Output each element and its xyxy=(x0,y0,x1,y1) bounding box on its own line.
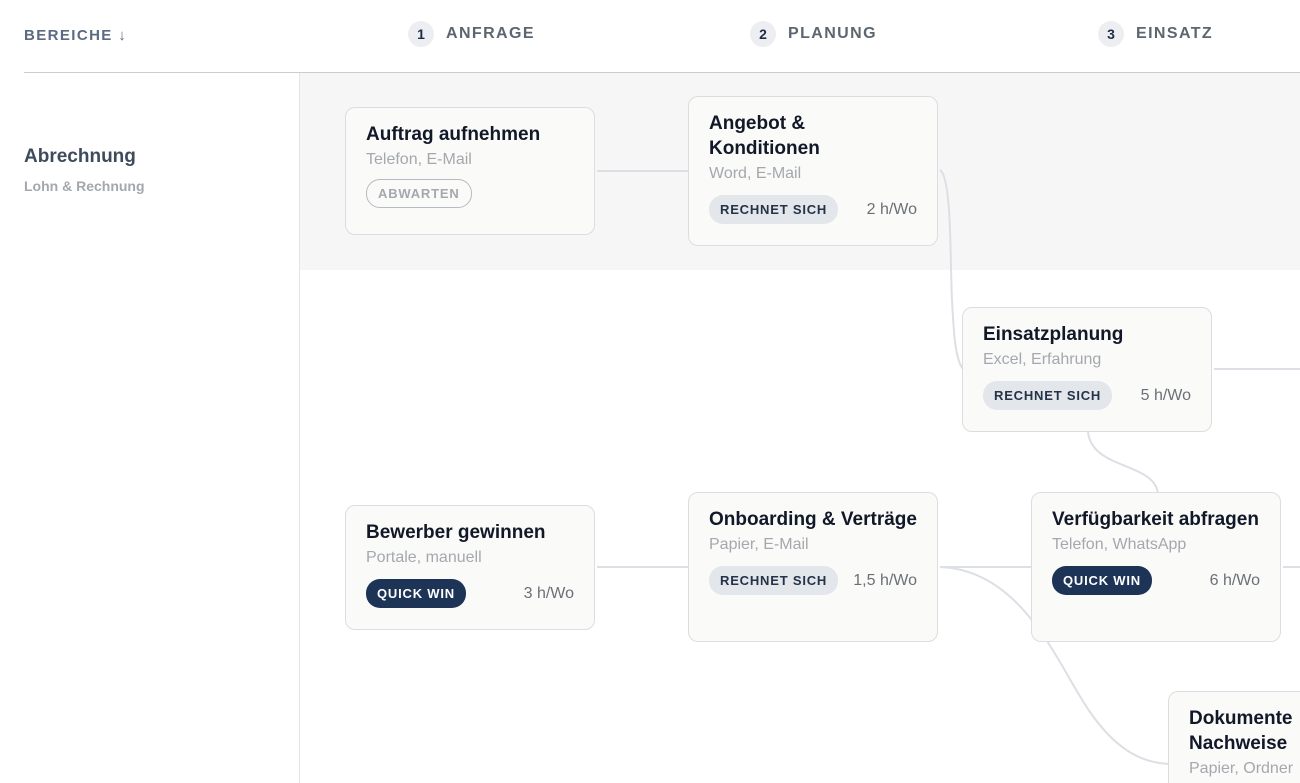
phase-label: PLANUNG xyxy=(788,25,877,42)
hours-per-week: 6 h/Wo xyxy=(1209,571,1260,589)
phase-label: EINSATZ xyxy=(1136,25,1214,42)
hours-per-week: 2 h/Wo xyxy=(866,200,917,218)
card-title: Dokumente Nachweise xyxy=(1189,708,1293,754)
phase-einsatz: 3 EINSATZ xyxy=(1098,21,1213,47)
card-title: Verfügbarkeit abfragen xyxy=(1052,509,1259,530)
lane-title: Abrechnung xyxy=(24,146,136,167)
phase-number-badge: 2 xyxy=(750,21,776,47)
process-card-bewerber-gewinnen[interactable]: Bewerber gewinnen Portale, manuell QUICK… xyxy=(345,505,595,630)
card-title: Onboarding & Verträge xyxy=(709,509,917,530)
connector-einsatzplanung-verfuegbarkeit xyxy=(1087,431,1159,495)
process-card-angebot-konditionen[interactable]: Angebot & Konditionen Word, E-Mail RECHN… xyxy=(688,96,938,246)
lane-subtitle: Lohn & Rechnung xyxy=(24,178,145,194)
process-card-dokumente-nachweise[interactable]: Dokumente Nachweise Papier, Ordner xyxy=(1168,691,1300,783)
status-badge-rechnet-sich: RECHNET SICH xyxy=(709,195,839,224)
hours-per-week: 3 h/Wo xyxy=(523,584,574,602)
status-badge-rechnet-sich: RECHNET SICH xyxy=(983,381,1113,410)
phase-planung: 2 PLANUNG xyxy=(750,21,877,47)
sidebar-divider xyxy=(299,73,300,783)
card-meta: RECHNET SICH 5 h/Wo xyxy=(983,381,1191,410)
card-tools: Telefon, WhatsApp xyxy=(1052,536,1187,553)
hours-per-week: 1,5 h/Wo xyxy=(853,571,917,589)
card-tools: Word, E-Mail xyxy=(709,165,802,182)
card-tools: Telefon, E-Mail xyxy=(366,151,472,168)
card-tools: Papier, Ordner xyxy=(1189,760,1294,777)
process-card-einsatzplanung[interactable]: Einsatzplanung Excel, Erfahrung RECHNET … xyxy=(962,307,1212,432)
card-meta: QUICK WIN 3 h/Wo xyxy=(366,579,574,608)
status-badge-quick-win: QUICK WIN xyxy=(366,579,466,608)
card-title: Bewerber gewinnen xyxy=(366,522,546,543)
status-badge-rechnet-sich: RECHNET SICH xyxy=(709,566,839,595)
process-card-verfuegbarkeit-abfragen[interactable]: Verfügbarkeit abfragen Telefon, WhatsApp… xyxy=(1031,492,1281,642)
card-tools: Portale, manuell xyxy=(366,549,482,566)
process-header: BEREICHE ↓ 1 ANFRAGE 2 PLANUNG 3 EINSATZ xyxy=(0,0,1300,72)
card-meta: QUICK WIN 6 h/Wo xyxy=(1052,566,1260,595)
card-meta: RECHNET SICH 1,5 h/Wo xyxy=(709,566,917,595)
card-title: Einsatzplanung xyxy=(983,324,1124,345)
phase-anfrage: 1 ANFRAGE xyxy=(408,21,535,47)
process-card-auftrag-aufnehmen[interactable]: Auftrag aufnehmen Telefon, E-Mail ABWART… xyxy=(345,107,595,235)
phase-number-badge: 3 xyxy=(1098,21,1124,47)
status-badge-quick-win: QUICK WIN xyxy=(1052,566,1152,595)
card-tools: Excel, Erfahrung xyxy=(983,351,1102,368)
process-card-onboarding-vertraege[interactable]: Onboarding & Verträge Papier, E-Mail REC… xyxy=(688,492,938,642)
card-title: Angebot & Konditionen xyxy=(709,113,820,159)
status-badge-abwarten: ABWARTEN xyxy=(366,179,472,208)
card-meta: RECHNET SICH 2 h/Wo xyxy=(709,195,917,224)
phase-number-badge: 1 xyxy=(408,21,434,47)
card-title: Auftrag aufnehmen xyxy=(366,124,541,145)
phase-label: ANFRAGE xyxy=(446,25,535,42)
hours-per-week: 5 h/Wo xyxy=(1140,386,1191,404)
lane-label-abrechnung: Abrechnung Lohn & Rechnung xyxy=(24,146,145,194)
bereiche-sort-toggle[interactable]: BEREICHE ↓ xyxy=(24,27,127,44)
card-tools: Papier, E-Mail xyxy=(709,536,809,553)
card-meta: ABWARTEN xyxy=(366,179,574,208)
